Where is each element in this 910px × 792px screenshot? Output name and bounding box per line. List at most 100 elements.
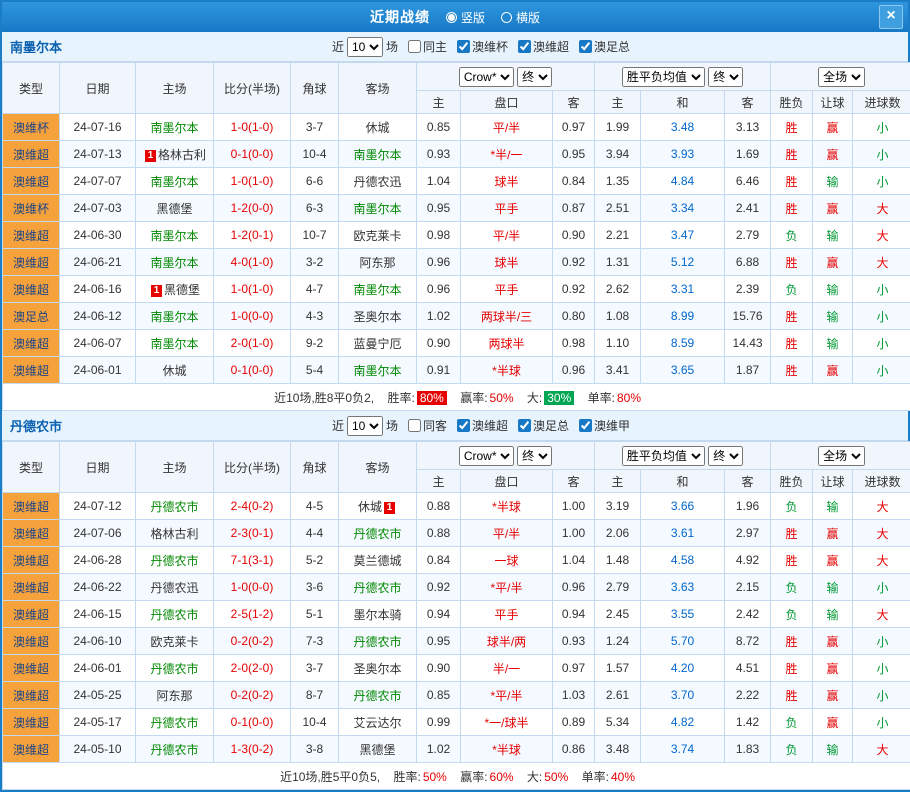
close-icon[interactable]: ×: [879, 5, 903, 29]
corner-cell: 10-4: [291, 709, 339, 736]
league-filter-checkbox[interactable]: [457, 419, 470, 432]
fulltime-select[interactable]: 全场: [818, 446, 865, 466]
asian-line-cell: *平/半: [461, 574, 553, 601]
layout-vertical-radio[interactable]: 竖版: [446, 9, 485, 26]
goals-result-cell: 大: [853, 222, 910, 249]
europe-away-odds-cell: 2.79: [725, 222, 771, 249]
result-cell: 胜: [771, 195, 813, 222]
bookmaker-select[interactable]: Crow*: [459, 67, 514, 87]
europe-draw-odds-cell: 4.82: [641, 709, 725, 736]
team-text: 休城: [365, 121, 389, 135]
same-venue-checkbox[interactable]: [408, 419, 421, 432]
match-row: 澳维超24-05-10丹德农市1-3(0-2)3-8黑德堡1.02*半球0.86…: [3, 736, 910, 763]
europe-draw-odds-cell: 3.47: [641, 222, 725, 249]
goals-result-cell: 小: [853, 276, 910, 303]
asian-home-odds-cell: 0.88: [417, 493, 461, 520]
same-venue-checkbox[interactable]: [408, 40, 421, 53]
col-header-away: 客场: [339, 442, 417, 493]
result-cell: 胜: [771, 249, 813, 276]
col-header-asian-line: 盘口: [461, 91, 553, 114]
match-row: 澳维杯24-07-16南墨尔本1-0(1-0)3-7休城0.85平/半0.971…: [3, 114, 910, 141]
europe-draw-odds-cell: 4.58: [641, 547, 725, 574]
away-team-cell: 休城: [339, 114, 417, 141]
league-filter-checkbox[interactable]: [518, 419, 531, 432]
handicap-result-cell: 赢: [813, 195, 853, 222]
final-odds-select[interactable]: 终: [517, 67, 552, 87]
team-text: 圣奥尔本: [353, 662, 401, 676]
corner-cell: 4-3: [291, 303, 339, 330]
europe-home-odds-cell: 2.61: [595, 682, 641, 709]
result-cell: 负: [771, 601, 813, 628]
europe-odds-select[interactable]: 胜平负均值: [622, 446, 705, 466]
home-team-cell: 南墨尔本: [136, 330, 214, 357]
league-type-cell: 澳维超: [3, 357, 60, 384]
league-filter-checkbox[interactable]: [457, 40, 470, 53]
corner-cell: 3-8: [291, 736, 339, 763]
league-type-cell: 澳维超: [3, 276, 60, 303]
league-filter-checkbox[interactable]: [518, 40, 531, 53]
away-team-cell: 蓝曼宁厄: [339, 330, 417, 357]
away-team-cell: 休城1: [339, 493, 417, 520]
recent-results-popup: 近期战绩 竖版 横版 × 南墨尔本 近 10 场 同主 澳维杯 澳维超: [0, 0, 910, 792]
recent-count-select[interactable]: 10: [347, 37, 383, 57]
asian-away-odds-cell: 0.98: [553, 330, 595, 357]
europe-draw-odds-cell: 4.20: [641, 655, 725, 682]
europe-away-odds-cell: 2.97: [725, 520, 771, 547]
asian-away-odds-cell: 1.03: [553, 682, 595, 709]
europe-home-odds-cell: 1.31: [595, 249, 641, 276]
europe-home-odds-cell: 3.94: [595, 141, 641, 168]
europe-draw-odds-cell: 3.63: [641, 574, 725, 601]
goals-result-cell: 小: [853, 709, 910, 736]
league-filter-checkbox[interactable]: [579, 40, 592, 53]
date-cell: 24-07-16: [60, 114, 136, 141]
match-row: 澳维超24-07-07南墨尔本1-0(1-0)6-6丹德农迅1.04球半0.84…: [3, 168, 910, 195]
corner-cell: 6-3: [291, 195, 339, 222]
europe-home-odds-cell: 2.79: [595, 574, 641, 601]
home-team-cell: 南墨尔本: [136, 303, 214, 330]
result-cell: 负: [771, 574, 813, 601]
handicap-result-cell: 赢: [813, 141, 853, 168]
europe-away-odds-cell: 2.15: [725, 574, 771, 601]
europe-home-odds-cell: 1.24: [595, 628, 641, 655]
league-type-cell: 澳维超: [3, 249, 60, 276]
asian-home-odds-cell: 0.94: [417, 601, 461, 628]
away-team-cell: 圣奥尔本: [339, 303, 417, 330]
date-cell: 24-07-07: [60, 168, 136, 195]
result-cell: 胜: [771, 303, 813, 330]
asian-odds-group-header: Crow* 终: [417, 63, 595, 91]
asian-line-cell: *半球: [461, 736, 553, 763]
goals-result-cell: 大: [853, 736, 910, 763]
team-text: 莫兰德城: [353, 554, 401, 568]
team-text: 丹德农迅: [353, 175, 401, 189]
final-odds-select[interactable]: 终: [708, 446, 743, 466]
date-cell: 24-06-01: [60, 655, 136, 682]
col-header-type: 类型: [3, 63, 60, 114]
recent-count-select[interactable]: 10: [347, 416, 383, 436]
asian-away-odds-cell: 0.92: [553, 249, 595, 276]
team-text: 欧克莱卡: [150, 635, 198, 649]
summary-text: 近10场,胜8平0负2,: [274, 391, 374, 405]
fulltime-select[interactable]: 全场: [818, 67, 865, 87]
europe-away-odds-cell: 4.51: [725, 655, 771, 682]
matches-table: 类型 日期 主场 比分(半场) 角球 客场 Crow* 终 胜平负均值 终: [2, 62, 910, 411]
league-filter-checkbox[interactable]: [579, 419, 592, 432]
final-odds-select[interactable]: 终: [708, 67, 743, 87]
layout-horizontal-radio[interactable]: 横版: [501, 9, 540, 26]
final-odds-select[interactable]: 终: [517, 446, 552, 466]
asian-away-odds-cell: 1.04: [553, 547, 595, 574]
score-cell: 1-0(0-0): [214, 303, 291, 330]
europe-odds-select[interactable]: 胜平负均值: [622, 67, 705, 87]
date-cell: 24-06-28: [60, 547, 136, 574]
asian-away-odds-cell: 0.90: [553, 222, 595, 249]
team-text: 阿东那: [359, 256, 395, 270]
asian-line-cell: 球半: [461, 168, 553, 195]
score-cell: 2-0(1-0): [214, 330, 291, 357]
handicap-result-cell: 输: [813, 222, 853, 249]
europe-home-odds-cell: 1.08: [595, 303, 641, 330]
red-card-badge: 1: [384, 502, 395, 514]
handicap-result-cell: 输: [813, 276, 853, 303]
team-section-home: 南墨尔本 近 10 场 同主 澳维杯 澳维超 澳足总 类型: [2, 32, 908, 411]
league-type-cell: 澳维超: [3, 547, 60, 574]
bookmaker-select[interactable]: Crow*: [459, 446, 514, 466]
away-team-cell: 圣奥尔本: [339, 655, 417, 682]
